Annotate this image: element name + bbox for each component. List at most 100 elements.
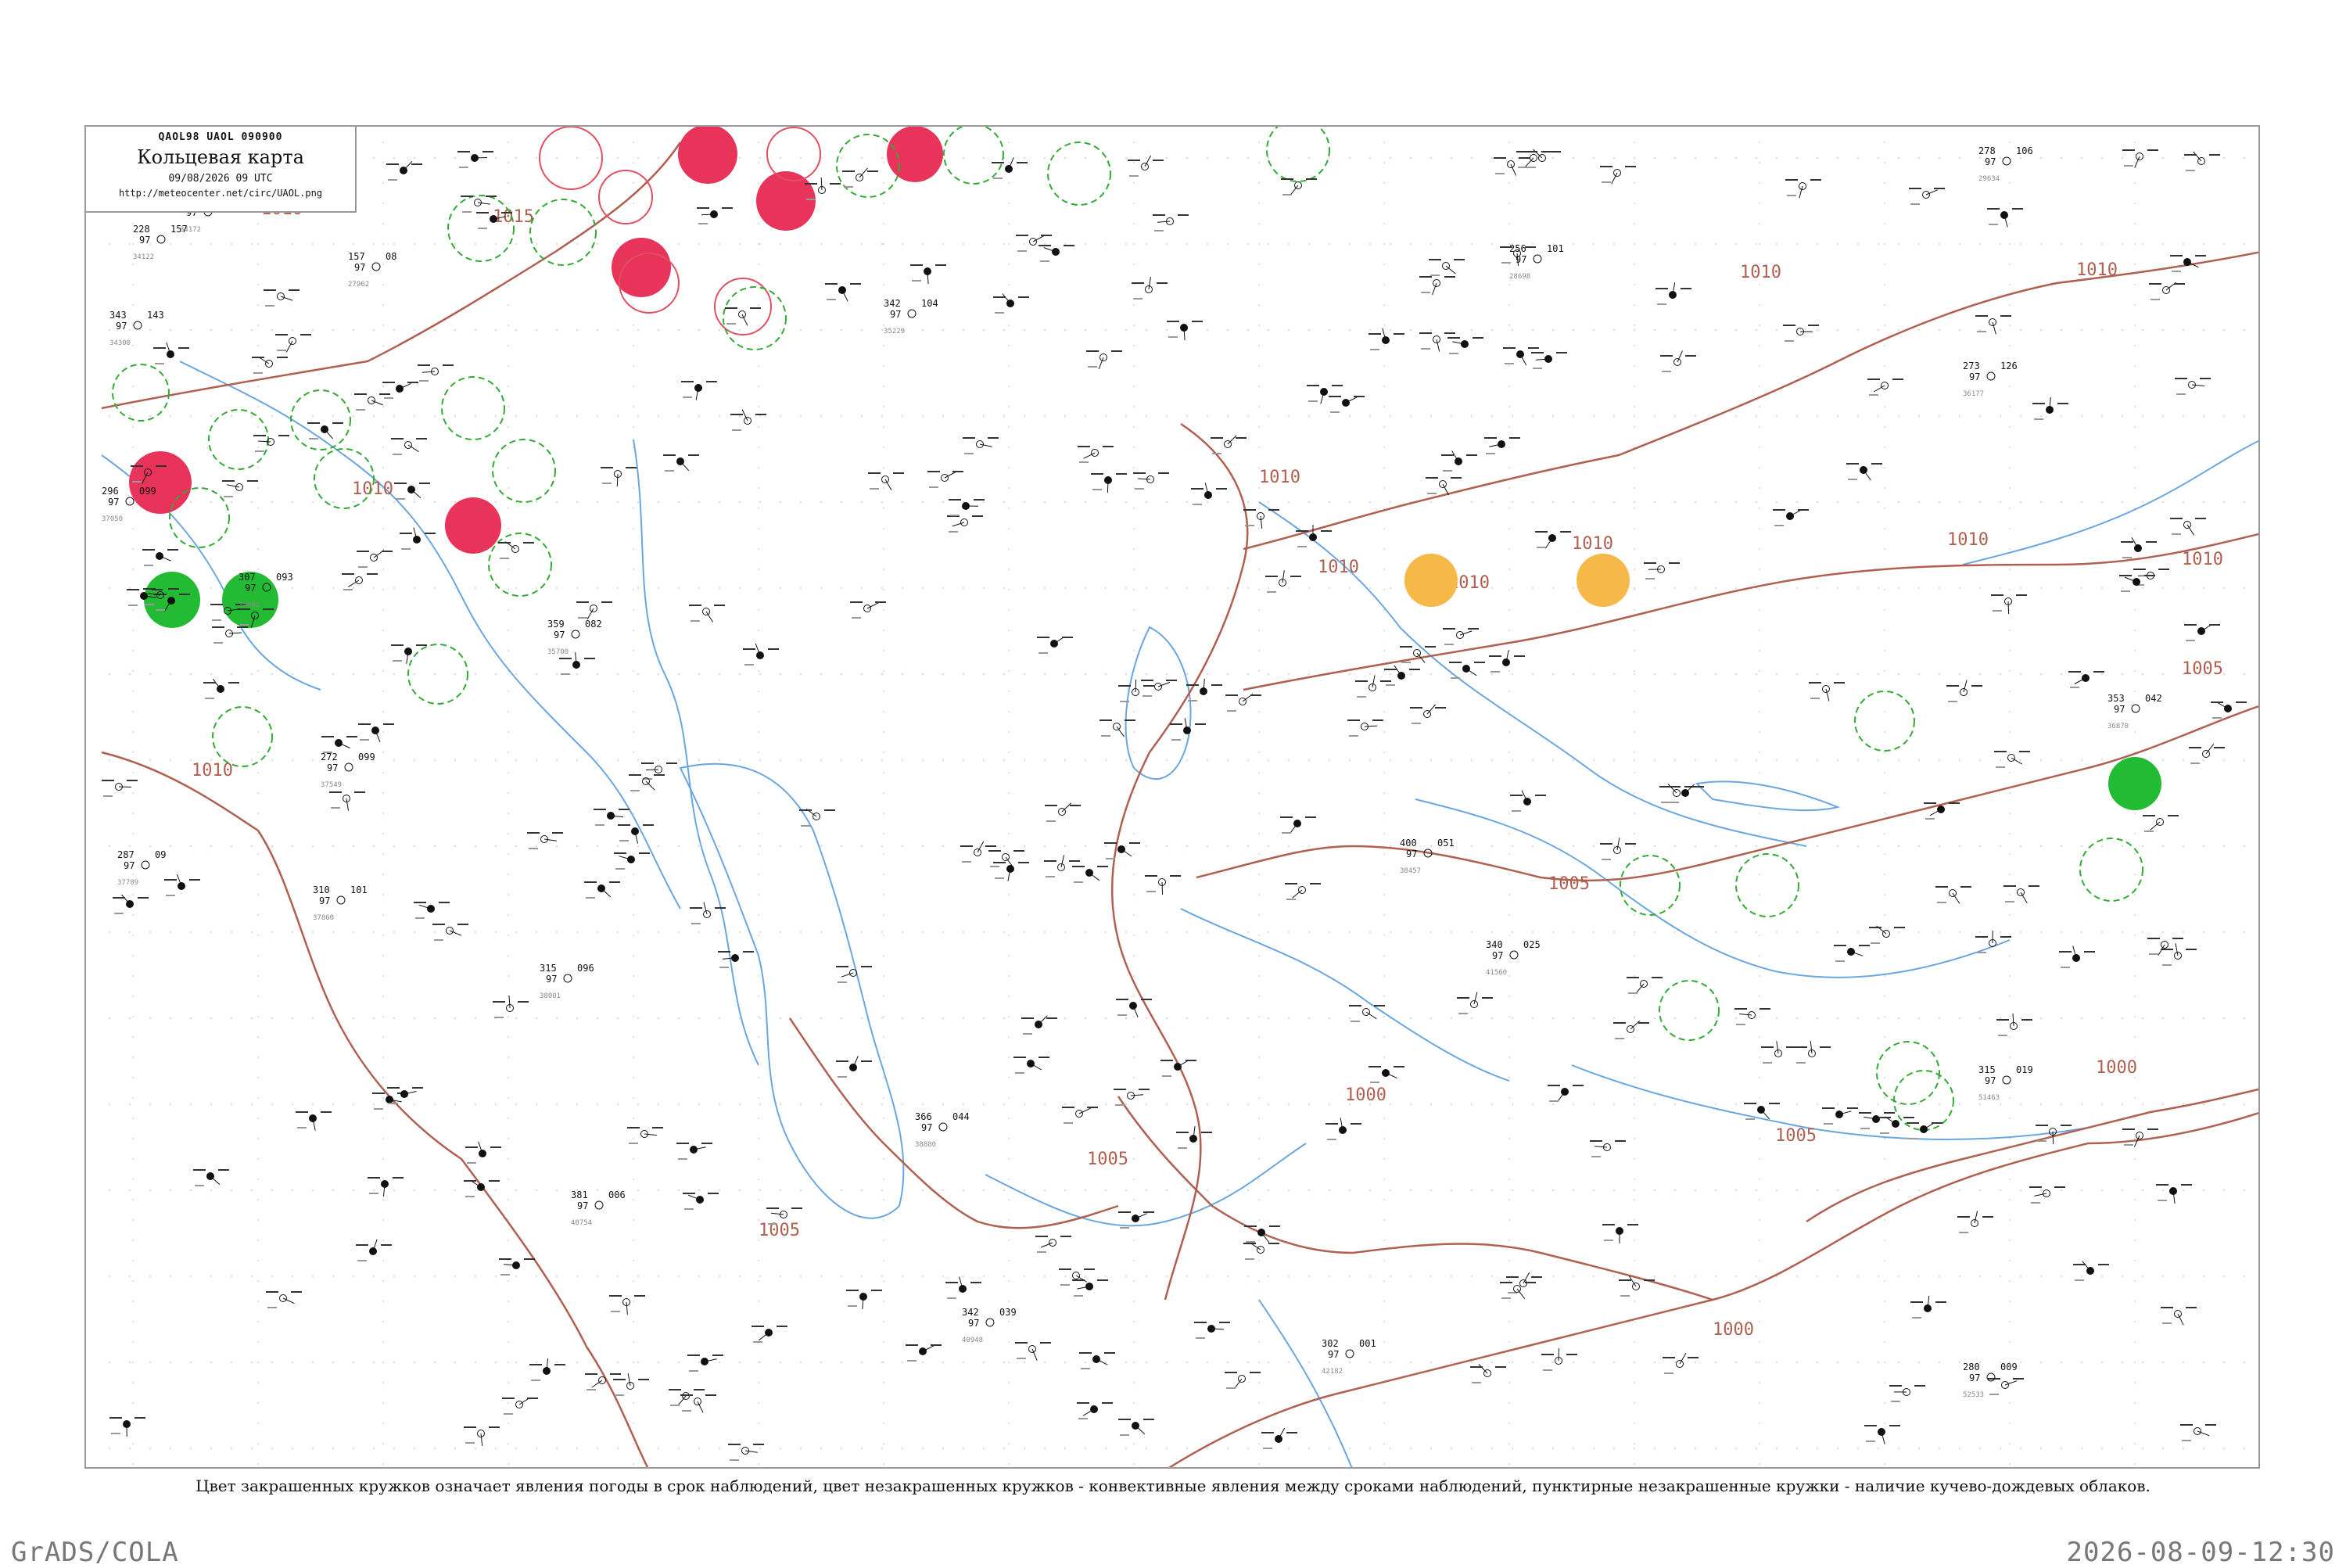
graticule-dot xyxy=(1735,759,1737,761)
source-url[interactable]: http://meteocenter.net/circ/UAOL.png xyxy=(86,188,355,199)
station-plot[interactable]: 315 97 019 51463 xyxy=(1978,1064,2033,1102)
haze-marker[interactable] xyxy=(1577,554,1630,607)
graticule-dot xyxy=(1207,501,1208,503)
cb-cloud-ring[interactable] xyxy=(1855,691,1914,751)
obs-code-mark xyxy=(1062,1107,1074,1108)
obs-code-mark xyxy=(1889,1425,1900,1426)
graticule-dot xyxy=(758,365,759,367)
graticule-dot xyxy=(861,415,863,417)
cb-cloud-ring[interactable] xyxy=(1267,127,1329,181)
graticule-dot xyxy=(1634,711,1635,712)
station-plot[interactable]: 315 97 096 38001 xyxy=(540,963,594,1000)
cb-cloud-ring[interactable] xyxy=(493,440,555,502)
graticule-dot xyxy=(1552,415,1554,417)
graticule-dot xyxy=(678,329,680,331)
cb-cloud-ring[interactable] xyxy=(442,377,504,440)
graticule-dot xyxy=(1776,931,1777,933)
cb-cloud-ring[interactable] xyxy=(1659,981,1719,1040)
obs-code-mark xyxy=(393,454,402,455)
obs-code-mark xyxy=(1016,235,1028,236)
graticule-dot xyxy=(942,1448,944,1449)
graticule-dot xyxy=(1383,1301,1385,1302)
cb-cloud-ring[interactable] xyxy=(723,287,786,350)
station-plot[interactable]: 273 97 126 36177 xyxy=(1963,361,2018,398)
graticule-dot xyxy=(861,1448,863,1449)
graticule-dot xyxy=(1573,1017,1574,1019)
station-plot[interactable]: 342 97 039 40948 xyxy=(962,1307,1017,1344)
obs-code-mark xyxy=(1106,858,1115,859)
station-plot[interactable]: 343 97 143 34300 xyxy=(109,310,164,347)
station-plot[interactable]: 366 97 044 38880 xyxy=(915,1111,970,1149)
cb-cloud-ring[interactable] xyxy=(1620,856,1680,915)
graticule-dot xyxy=(1288,673,1290,675)
obs-code-mark xyxy=(1280,816,1293,818)
station-plot[interactable]: 342 97 104 35229 xyxy=(884,298,938,335)
graticule-dot xyxy=(1166,845,1168,847)
cb-cloud-ring[interactable] xyxy=(314,449,374,508)
graticule-dot xyxy=(1654,587,1655,589)
obs-code-mark xyxy=(1244,1225,1257,1227)
rain-marker[interactable] xyxy=(2108,757,2161,810)
graticule-dot xyxy=(841,1362,842,1363)
station-plot[interactable]: 310 97 101 37860 xyxy=(313,884,368,922)
station-plot[interactable]: 256 97 101 28698 xyxy=(1509,243,1564,281)
station-glyph xyxy=(502,1398,538,1415)
obs-code-mark xyxy=(1347,719,1360,721)
graticule-dot xyxy=(2000,1448,2001,1449)
graticule-dot xyxy=(1884,1260,1885,1261)
obs-code-mark xyxy=(1573,1085,1584,1086)
graticule-dot xyxy=(1884,691,1885,692)
cb-cloud-ring[interactable] xyxy=(944,127,1003,184)
graticule-dot xyxy=(515,329,517,331)
wind-barb-icon xyxy=(1003,294,1010,303)
graticule-dot xyxy=(1759,691,1760,692)
graticule-dot xyxy=(1759,548,1760,550)
convective-ring[interactable] xyxy=(540,127,602,189)
cb-cloud-ring[interactable] xyxy=(213,707,272,766)
station-glyph xyxy=(681,381,717,400)
graticule-dot xyxy=(231,1362,232,1363)
cb-cloud-ring[interactable] xyxy=(408,644,468,704)
graticule-dot xyxy=(1573,1103,1574,1105)
cb-cloud-ring[interactable] xyxy=(1877,1042,1939,1104)
station-plot[interactable]: 359 97 082 35700 xyxy=(547,619,602,656)
obs-code-mark xyxy=(478,228,487,229)
cb-cloud-ring[interactable] xyxy=(1048,142,1110,205)
graticule-dot xyxy=(1247,1448,1249,1449)
graticule-dot xyxy=(1959,1448,1960,1449)
thunderstorm-marker[interactable] xyxy=(887,127,943,182)
obs-code-mark xyxy=(267,1307,277,1308)
cb-cloud-ring[interactable] xyxy=(2080,838,2143,901)
cb-cloud-ring[interactable] xyxy=(113,364,169,421)
thunderstorm-marker[interactable] xyxy=(678,127,737,184)
obs-code-mark xyxy=(1602,181,1611,183)
graticule-dot xyxy=(1939,931,1940,933)
graticule-dot xyxy=(2134,203,2136,204)
graticule-dot xyxy=(508,589,509,590)
graticule-dot xyxy=(1654,673,1655,675)
convective-ring[interactable] xyxy=(715,278,771,335)
haze-marker[interactable] xyxy=(1404,554,1458,607)
graticule-dot xyxy=(292,1103,293,1105)
cb-cloud-ring[interactable] xyxy=(530,199,596,265)
convective-ring[interactable] xyxy=(599,170,652,224)
graticule-dot xyxy=(475,1189,476,1191)
thunderstorm-marker[interactable] xyxy=(445,497,501,554)
station-plot[interactable]: 340 97 025 41560 xyxy=(1486,939,1541,977)
graticule-dot xyxy=(1288,1189,1290,1191)
graticule-dot xyxy=(1918,1276,1920,1277)
obs-code-mark xyxy=(852,617,861,619)
graticule-dot xyxy=(1508,1199,1510,1200)
station-plot[interactable]: 381 97 006 40754 xyxy=(571,1189,626,1227)
station-plot[interactable]: 287 97 09 37789 xyxy=(117,849,166,887)
station-plot[interactable]: 157 97 08 27962 xyxy=(348,251,396,289)
cb-cloud-ring[interactable] xyxy=(291,390,350,450)
station-plot[interactable]: 228 97 157 34122 xyxy=(133,224,188,261)
station-plot[interactable]: 302 97 001 42182 xyxy=(1322,1338,1376,1376)
cb-cloud-ring[interactable] xyxy=(209,410,268,469)
station-plot[interactable]: 280 97 009 52533 xyxy=(1963,1362,2018,1399)
cb-cloud-ring[interactable] xyxy=(170,488,229,547)
cb-cloud-ring[interactable] xyxy=(1736,854,1799,917)
station-plot[interactable]: 272 97 099 37549 xyxy=(321,752,375,789)
station-plot[interactable]: 278 97 106 29634 xyxy=(1978,145,2033,183)
